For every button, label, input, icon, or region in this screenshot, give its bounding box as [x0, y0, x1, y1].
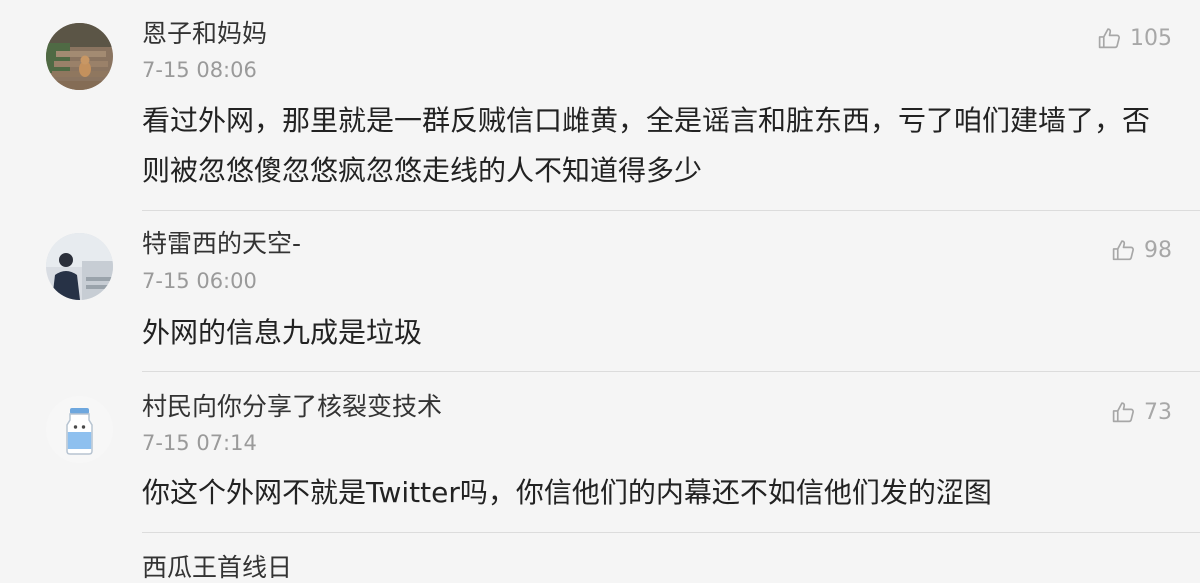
avatar-photo-cat-on-stairs: [46, 23, 113, 90]
comment-item: 村民向你分享了核裂变技术 7-15 07:14 73 你这个外网不就是Twitt…: [0, 372, 1200, 533]
comment-text: 外网的信息九成是垃圾: [142, 316, 423, 349]
comment-item-partial: 西瓜王首线日: [0, 533, 1200, 582]
timestamp: 7-15 07:14: [142, 431, 257, 455]
like-count: 105: [1130, 25, 1172, 51]
comment-item: 恩子和妈妈 7-15 08:06 105 看过外网，那里就是一群反贼信口雌黄，全…: [0, 0, 1200, 211]
user-avatar[interactable]: [46, 23, 113, 90]
thumbs-up-icon: [1112, 402, 1134, 423]
timestamp: 7-15 06:00: [142, 269, 257, 293]
thumbs-up-icon: [1098, 28, 1120, 49]
comment-text: 看过外网，那里就是一群反贼信口雌黄，全是谣言和脏东西，亏了咱们建墙了，否则被忽悠…: [142, 104, 1151, 187]
username[interactable]: 恩子和妈妈: [142, 19, 267, 49]
like-count: 98: [1144, 237, 1172, 263]
like-count: 73: [1144, 399, 1172, 425]
comment-text: 你这个外网不就是Twitter吗，你信他们的内幕还不如信他们发的涩图: [142, 476, 992, 509]
user-avatar[interactable]: [46, 396, 113, 463]
username[interactable]: 西瓜王首线日: [142, 553, 292, 583]
timestamp: 7-15 08:06: [142, 58, 257, 82]
user-avatar[interactable]: [46, 233, 113, 300]
comment-item: 特雷西的天空- 7-15 06:00 98 外网的信息九成是垃圾: [0, 211, 1200, 372]
avatar-cartoon-milk-bottle: [46, 396, 113, 463]
username[interactable]: 特雷西的天空-: [142, 229, 301, 259]
thumbs-up-icon: [1112, 240, 1134, 261]
like-button[interactable]: 105: [1097, 26, 1172, 51]
like-button[interactable]: 73: [1111, 400, 1172, 425]
avatar-photo-person-by-window: [46, 233, 113, 300]
comment-feed: 恩子和妈妈 7-15 08:06 105 看过外网，那里就是一群反贼信口雌黄，全…: [0, 0, 1200, 582]
like-button[interactable]: 98: [1111, 238, 1172, 263]
username[interactable]: 村民向你分享了核裂变技术: [142, 392, 442, 422]
